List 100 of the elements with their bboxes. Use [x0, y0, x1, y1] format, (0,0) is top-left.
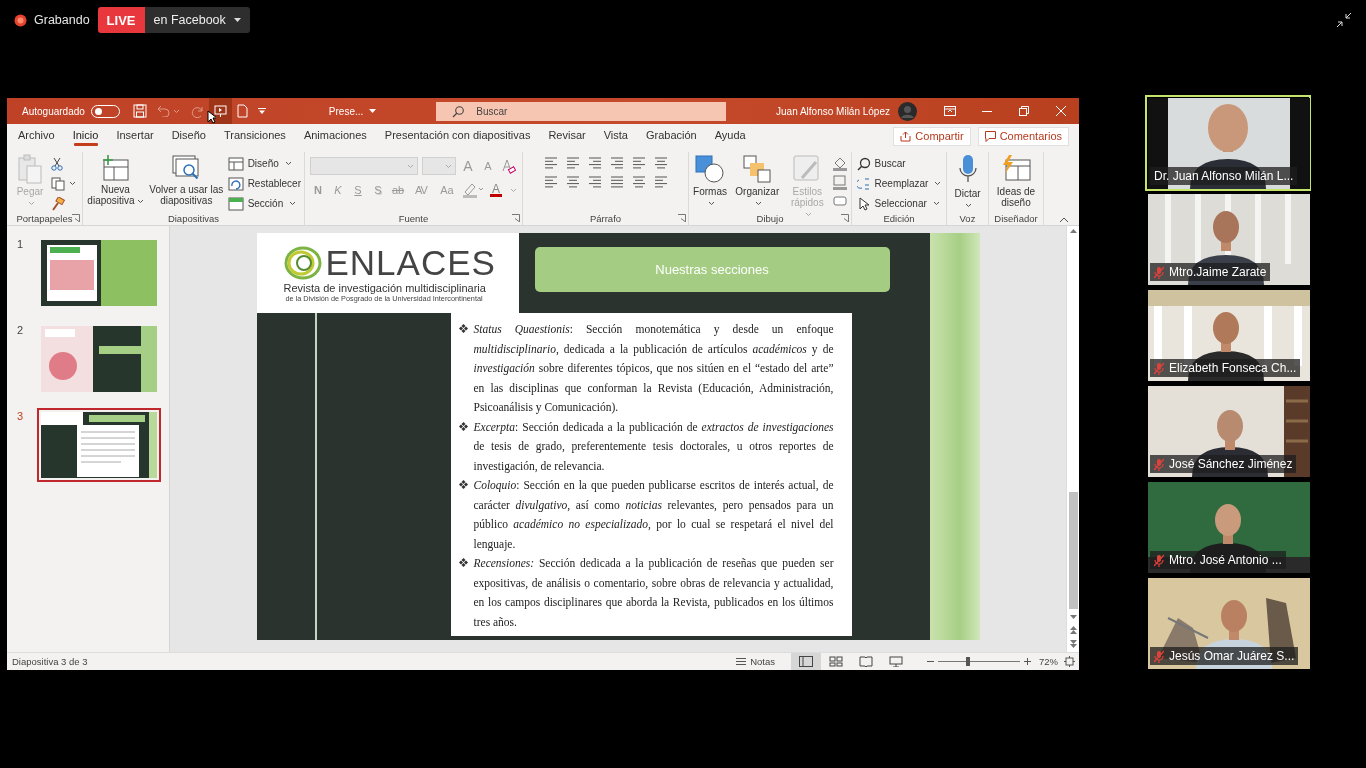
dictate-button[interactable]: Dictar	[951, 153, 984, 210]
menu-tab[interactable]: Ayuda	[705, 126, 755, 148]
scroll-down-icon	[1069, 615, 1077, 620]
zoom-in-icon[interactable]	[1024, 658, 1031, 665]
section-description: Coloquio: Sección en la que pueden publicarse escritos de interés actual, de carácter divulgativo, así como noticias relevantes, pero pensados para un público académico no especializado, por lo cual se respetará el nivel del lenguaje.	[473, 478, 834, 553]
comment-icon	[984, 130, 996, 142]
destination-dropdown[interactable]: en Facebook	[144, 7, 250, 33]
clear-format-icon[interactable]	[500, 158, 516, 174]
section-button[interactable]: Sección	[227, 195, 301, 212]
search-field[interactable]: Buscar	[436, 101, 727, 121]
group-label: Fuente	[398, 212, 429, 224]
zoom-out-icon[interactable]	[927, 658, 934, 665]
zoom-percent[interactable]: 72%	[1039, 656, 1058, 667]
mouse-pointer-icon	[207, 110, 216, 124]
caret-icon	[510, 187, 517, 193]
share-button[interactable]: Compartir	[893, 126, 971, 146]
menu-tab[interactable]: Diseño	[162, 126, 215, 148]
slide-number: 2	[17, 324, 25, 336]
line-spacing-icon[interactable]	[630, 156, 647, 170]
dialog-launcher-icon[interactable]	[841, 214, 849, 222]
comments-button[interactable]: Comentarios	[977, 126, 1069, 146]
section-description: Status Quaestionis: Sección monotemática y desde un enfoque multidisciplinario, dedicada a la publicación de artículos académicos y de investigación sobre diferentes tópicos, que nos sitúen en el “estado del arte” en las disciplinas que conforman la Revista (Educación, Administración, Psicoanálisis y Comunicación).	[473, 322, 834, 416]
reset-button[interactable]: Restablecer	[227, 175, 301, 192]
layout-button[interactable]: Diseño	[227, 155, 301, 172]
replace-icon	[856, 176, 871, 191]
justify-icon[interactable]	[608, 175, 625, 189]
replace-button[interactable]: Reemplazar	[856, 175, 942, 192]
menu-tab[interactable]: Revisar	[539, 126, 595, 148]
video-tile[interactable]: Jesús Omar Juárez S...	[1145, 575, 1311, 671]
design-ideas-button[interactable]: Ideas de diseño	[992, 153, 1040, 208]
scroll-thumb[interactable]	[1068, 492, 1078, 609]
menu-tab[interactable]: Grabación	[636, 126, 706, 148]
dialog-launcher-icon[interactable]	[678, 214, 686, 222]
menu-tab[interactable]: Transiciones	[214, 126, 295, 148]
slideshow-icon	[213, 105, 227, 117]
align-right-icon[interactable]	[586, 175, 603, 189]
ribbon-display-icon	[943, 106, 956, 116]
dialog-launcher-icon[interactable]	[512, 214, 520, 222]
notes-button[interactable]: Notas	[735, 656, 775, 667]
new-slide-button[interactable]: Nueva diapositiva	[86, 153, 145, 206]
align-center-icon[interactable]	[564, 175, 581, 189]
group-label: Voz	[959, 212, 976, 224]
reading-view-icon	[859, 656, 873, 667]
scissors-icon[interactable]	[51, 156, 63, 171]
numbering-icon[interactable]	[564, 156, 581, 170]
find-button[interactable]: Buscar	[856, 155, 942, 172]
decrease-indent-icon[interactable]	[586, 156, 603, 170]
zoom-slider[interactable]	[938, 657, 1020, 666]
font-size-field[interactable]	[422, 157, 456, 175]
bullets-icon[interactable]	[542, 156, 559, 170]
arrange-button[interactable]: Organizar	[732, 153, 783, 208]
copy-icon[interactable]	[51, 176, 65, 191]
caret-icon	[369, 109, 377, 113]
menu-tab[interactable]: Presentación con diapositivas	[375, 126, 540, 148]
columns-icon[interactable]	[630, 175, 647, 189]
minimize-icon	[981, 110, 992, 112]
video-tile[interactable]: Mtro. José Antonio ...	[1145, 479, 1311, 575]
next-slide-icon	[1069, 640, 1077, 648]
reuse-slides-button[interactable]: Volver a usar las diapositivas	[148, 153, 224, 206]
font-name-field[interactable]	[310, 157, 418, 175]
video-tile[interactable]: Mtro.Jaime Zarate	[1145, 191, 1311, 287]
highlighter-icon[interactable]	[462, 182, 484, 198]
fit-slide-icon[interactable]	[1064, 656, 1075, 667]
dialog-launcher-icon[interactable]	[72, 214, 80, 222]
video-tile[interactable]: Elizabeth Fonseca Ch...	[1145, 287, 1311, 383]
increase-indent-icon[interactable]	[608, 156, 625, 170]
design-ideas-icon	[1000, 154, 1032, 184]
align-left-icon[interactable]	[542, 175, 559, 189]
collapse-ribbon-icon[interactable]	[1059, 217, 1069, 223]
slide-sorter-icon	[829, 656, 843, 667]
menu-tab[interactable]: Inicio	[63, 126, 108, 148]
format-painter-icon[interactable]	[51, 196, 65, 211]
video-tile[interactable]: Dr. Juan Alfonso Milán L...	[1145, 95, 1311, 191]
select-button[interactable]: Seleccionar	[856, 195, 942, 212]
new-slide-icon	[100, 154, 131, 182]
view-button[interactable]	[791, 653, 821, 670]
menu-tab[interactable]: Archivo	[9, 126, 64, 148]
align-text-icon[interactable]	[652, 175, 669, 189]
outline-icon[interactable]	[832, 174, 848, 190]
recording-status: Grabando	[34, 13, 90, 27]
group-label: Diseñador	[994, 212, 1038, 224]
fill-icon[interactable]	[832, 155, 848, 171]
caret-icon	[932, 201, 940, 206]
scroll-up-icon	[1069, 228, 1077, 233]
menu-tab[interactable]: Vista	[594, 126, 637, 148]
save-icon	[132, 104, 147, 118]
caret-icon	[445, 163, 452, 169]
caret-icon	[934, 181, 942, 186]
text-direction-icon[interactable]	[652, 156, 669, 170]
logo-subtitle: Revista de investigación multidisciplinaria	[283, 282, 486, 294]
file-name-button[interactable]: Prese...	[328, 105, 377, 117]
shapes-button[interactable]: Formas	[692, 153, 729, 208]
menu-tab[interactable]: Animaciones	[294, 126, 376, 148]
scrollbar[interactable]	[1066, 226, 1079, 652]
menu-tab[interactable]: Insertar	[107, 126, 163, 148]
pointer-icon	[856, 196, 871, 211]
collapse-icon[interactable]	[1336, 12, 1352, 28]
video-tile[interactable]: José Sánchez Jiménez	[1145, 383, 1311, 479]
slide-thumbnail[interactable]	[37, 408, 161, 482]
clipboard-icon	[17, 154, 43, 184]
